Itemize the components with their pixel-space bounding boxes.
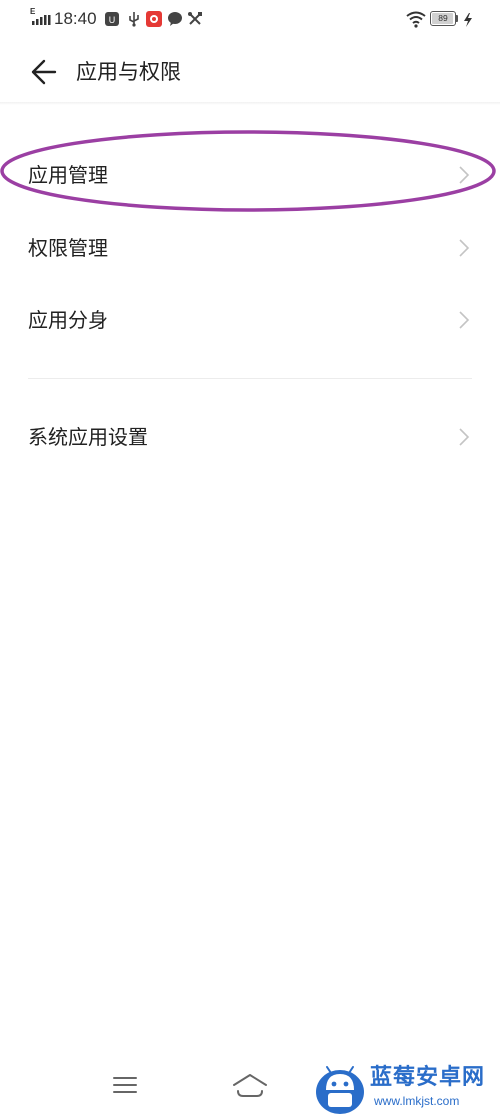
section-divider	[28, 378, 472, 379]
menu-item-label: 应用管理	[28, 163, 108, 187]
menu-item-label: 系统应用设置	[28, 425, 148, 449]
android-logo-icon	[316, 1066, 364, 1114]
battery-tip	[456, 15, 458, 22]
home-button[interactable]	[230, 1070, 270, 1100]
chevron-right-icon	[459, 166, 470, 184]
app-badge-icon	[146, 11, 162, 27]
menu-icon	[113, 1077, 137, 1093]
menu-item-app-clone[interactable]: 应用分身	[0, 285, 500, 355]
status-time: 18:40	[54, 9, 97, 28]
svg-text:U: U	[109, 15, 116, 25]
watermark-name: 蓝莓安卓网	[370, 1065, 486, 1090]
menu-item-permission-management[interactable]: 权限管理	[0, 213, 500, 283]
charging-icon	[463, 12, 473, 27]
chat-icon	[167, 11, 183, 27]
signal-icon: E	[30, 7, 52, 26]
title-divider	[0, 102, 500, 105]
watermark: 蓝莓安卓网 www.lmkjst.com	[310, 1060, 496, 1116]
battery-level: 89	[438, 13, 448, 23]
back-button[interactable]	[22, 52, 66, 92]
notification-app-icon: U	[104, 11, 120, 27]
menu-item-app-management[interactable]: 应用管理	[0, 140, 500, 210]
usb-icon	[126, 11, 142, 27]
watermark-url: www.lmkjst.com	[374, 1094, 460, 1108]
chevron-right-icon	[459, 311, 470, 329]
menu-item-label: 权限管理	[28, 236, 108, 260]
menu-button[interactable]	[105, 1070, 145, 1100]
tools-icon	[187, 11, 203, 27]
wifi-icon	[406, 10, 426, 28]
title-bar: 应用与权限	[0, 40, 500, 104]
chevron-right-icon	[459, 239, 470, 257]
arrow-left-icon	[31, 59, 57, 85]
menu-item-system-app-settings[interactable]: 系统应用设置	[0, 402, 500, 472]
home-icon	[233, 1074, 267, 1097]
page-title: 应用与权限	[76, 60, 181, 84]
chevron-right-icon	[459, 428, 470, 446]
status-bar: E 18:40 U 89	[0, 0, 500, 38]
menu-item-label: 应用分身	[28, 308, 108, 332]
